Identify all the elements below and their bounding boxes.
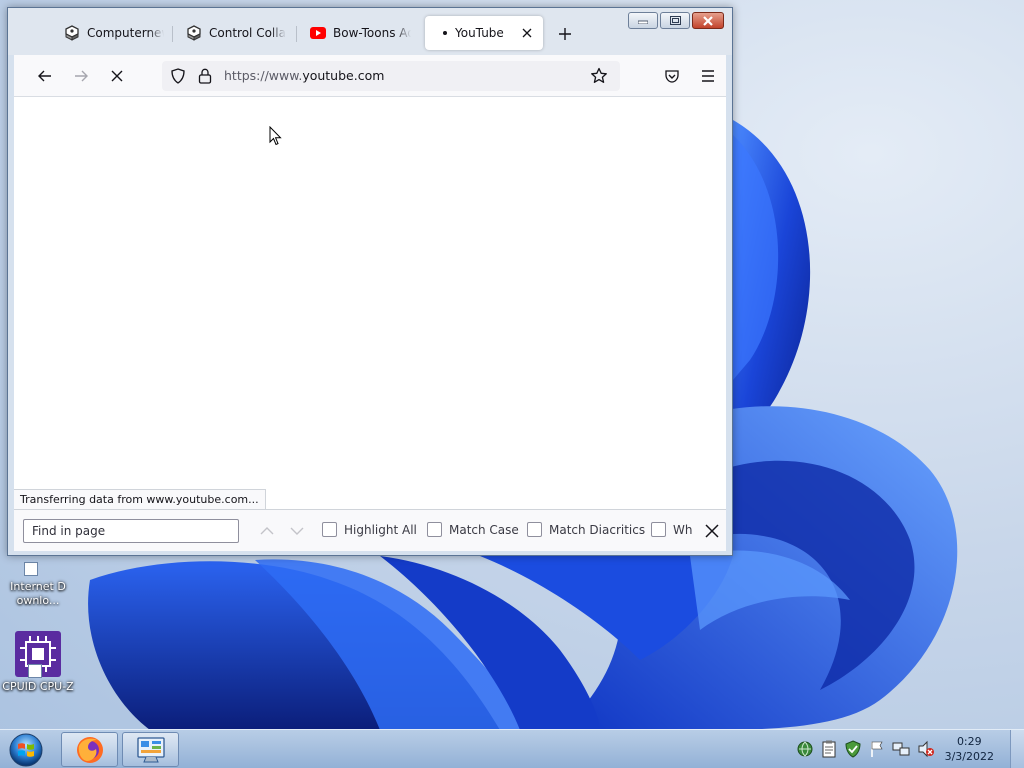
browser-window: Computernewb Control Collaborate Bow-Too… bbox=[7, 7, 733, 556]
desktop-icon-label: CPUID CPU-Z bbox=[2, 680, 74, 693]
desktop-icon-idm[interactable]: Internet Downlo... bbox=[0, 552, 76, 608]
clock-date: 3/3/2022 bbox=[944, 750, 994, 763]
maximize-button[interactable] bbox=[660, 12, 690, 29]
tab-title: Bow-Toons Adventures bbox=[333, 26, 411, 40]
page-content[interactable] bbox=[14, 97, 726, 509]
loading-dot-icon bbox=[443, 31, 447, 35]
forward-button[interactable] bbox=[69, 64, 93, 88]
back-button[interactable] bbox=[33, 64, 57, 88]
clipboard-icon[interactable] bbox=[821, 740, 837, 758]
system-tray bbox=[796, 740, 935, 758]
taskbar-firefox-button[interactable] bbox=[61, 732, 118, 767]
desktop-icon-cpuz[interactable]: CPUID CPU-Z bbox=[0, 630, 76, 694]
tab-title: YouTube bbox=[455, 26, 504, 40]
network-globe-icon[interactable] bbox=[796, 740, 814, 758]
computernewb-icon bbox=[65, 25, 79, 41]
close-window-button[interactable] bbox=[692, 12, 724, 29]
tab-bow-toons[interactable]: Bow-Toons Adventures bbox=[310, 16, 414, 50]
back-arrow-icon bbox=[38, 70, 51, 82]
chevron-down-icon bbox=[290, 527, 304, 535]
close-tab-icon[interactable] bbox=[521, 27, 533, 39]
show-desktop-button[interactable] bbox=[1010, 730, 1024, 768]
forward-arrow-icon bbox=[75, 70, 88, 82]
mouse-cursor-icon bbox=[269, 126, 282, 146]
chevron-up-icon bbox=[260, 527, 274, 535]
url-text[interactable]: https://www.youtube.com bbox=[224, 68, 384, 83]
control-panel-icon bbox=[136, 736, 165, 762]
lock-icon[interactable] bbox=[198, 68, 212, 84]
firefox-icon bbox=[76, 736, 103, 763]
clock-time: 0:29 bbox=[956, 735, 982, 748]
tab-control-collaborate[interactable]: Control Collaborate bbox=[186, 16, 286, 50]
find-bar: Highlight All Match Case Match Diacritic… bbox=[14, 509, 726, 551]
match-case-checkbox[interactable]: Match Case bbox=[427, 522, 519, 537]
desktop-icon-label: Internet Downlo... bbox=[10, 580, 66, 607]
navigation-toolbar: https://www.youtube.com bbox=[14, 55, 726, 97]
checkbox-label: Match Case bbox=[449, 522, 519, 537]
tab-title: Computernewb bbox=[87, 26, 164, 40]
checkbox-box[interactable] bbox=[651, 522, 666, 537]
checkbox-label: Highlight All bbox=[344, 522, 417, 537]
find-previous-button[interactable] bbox=[258, 522, 276, 540]
bookmark-star-icon[interactable] bbox=[590, 67, 608, 85]
match-diacritics-checkbox[interactable]: Match Diacritics bbox=[527, 522, 645, 537]
start-orb-icon[interactable] bbox=[6, 732, 46, 768]
close-icon bbox=[703, 15, 713, 26]
checkbox-label: Wh bbox=[673, 522, 693, 537]
stop-loading-button[interactable] bbox=[105, 64, 129, 88]
whole-words-checkbox[interactable]: Wh bbox=[651, 522, 695, 537]
pocket-icon[interactable] bbox=[664, 68, 680, 84]
checkbox-box[interactable] bbox=[527, 522, 542, 537]
taskbar: 0:29 3/3/2022 bbox=[0, 729, 1024, 768]
youtube-icon bbox=[310, 27, 326, 39]
new-tab-icon[interactable] bbox=[558, 27, 572, 41]
checkbox-box[interactable] bbox=[427, 522, 442, 537]
maximize-icon bbox=[669, 16, 681, 25]
find-next-button[interactable] bbox=[288, 522, 306, 540]
minimize-icon bbox=[638, 20, 648, 24]
tab-separator bbox=[296, 26, 297, 42]
network-connection-icon[interactable] bbox=[892, 740, 910, 758]
find-in-page-input[interactable] bbox=[23, 519, 239, 543]
cpu-z-icon bbox=[14, 630, 62, 678]
url-prefix: https://www. bbox=[224, 68, 303, 83]
tab-computernewb[interactable]: Computernewb bbox=[64, 16, 164, 50]
computernewb-icon bbox=[187, 25, 201, 41]
tab-youtube[interactable]: YouTube bbox=[425, 16, 543, 50]
hamburger-menu-icon[interactable] bbox=[700, 69, 716, 83]
minimize-button[interactable] bbox=[628, 12, 658, 29]
address-bar[interactable]: https://www.youtube.com bbox=[162, 61, 620, 91]
taskbar-clock[interactable]: 0:29 3/3/2022 bbox=[945, 734, 994, 764]
tracking-protection-shield-icon[interactable] bbox=[170, 68, 186, 84]
stop-icon bbox=[111, 70, 123, 82]
close-find-bar-icon[interactable] bbox=[705, 524, 719, 538]
url-domain: youtube.com bbox=[302, 68, 385, 83]
action-center-flag-icon[interactable] bbox=[869, 740, 885, 758]
status-panel: Transferring data from www.youtube.com..… bbox=[14, 489, 266, 509]
taskbar-control-panel-button[interactable] bbox=[122, 732, 179, 767]
tab-title: Control Collaborate bbox=[209, 26, 286, 40]
checkbox-label: Match Diacritics bbox=[549, 522, 646, 537]
highlight-all-checkbox[interactable]: Highlight All bbox=[322, 522, 417, 537]
window-controls bbox=[628, 12, 724, 29]
volume-muted-icon[interactable] bbox=[917, 740, 935, 758]
tab-strip: Computernewb Control Collaborate Bow-Too… bbox=[8, 8, 732, 55]
checkbox-box[interactable] bbox=[322, 522, 337, 537]
tab-separator bbox=[172, 26, 173, 42]
security-shield-icon[interactable] bbox=[844, 740, 862, 758]
